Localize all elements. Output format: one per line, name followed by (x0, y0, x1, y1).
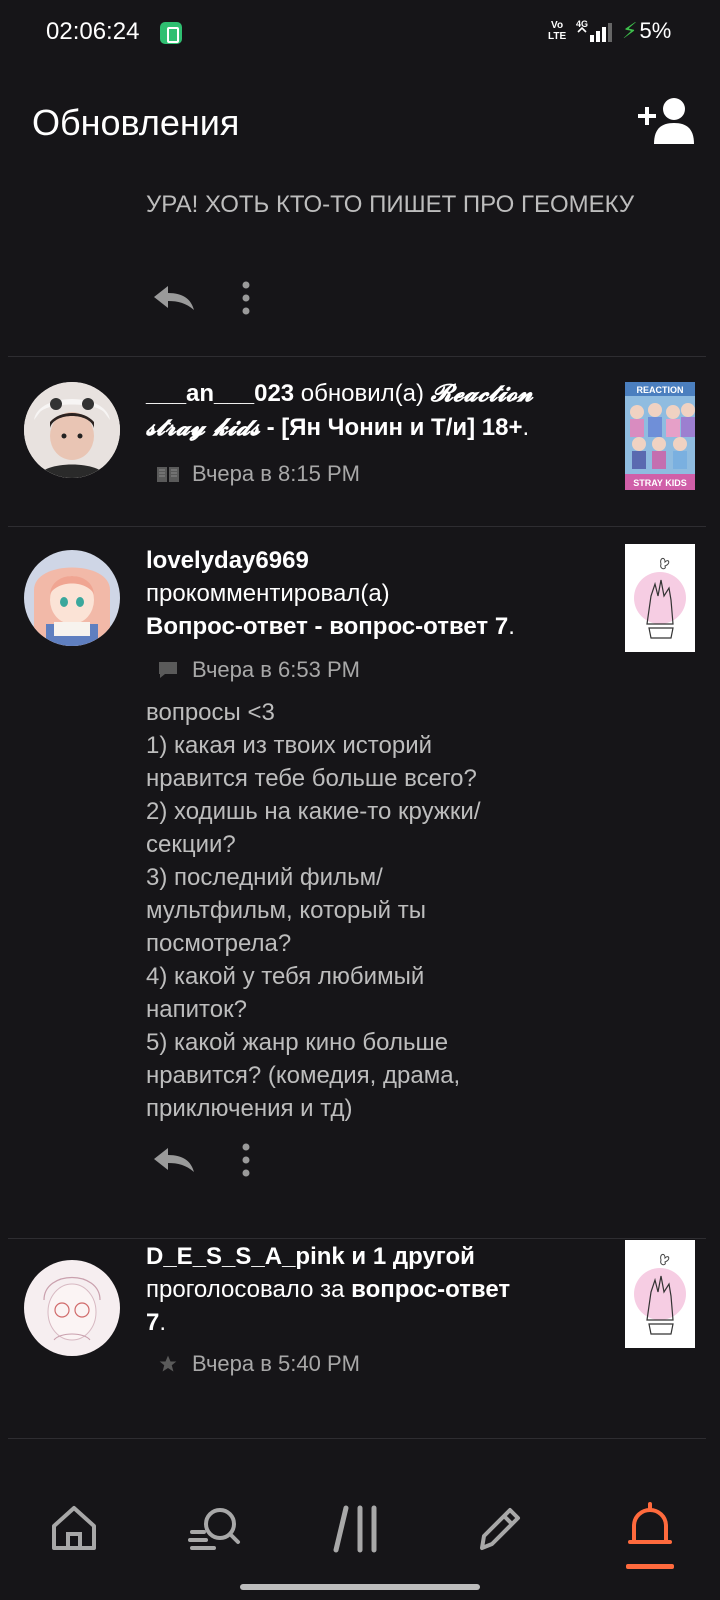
notification-text: ___an___023 обновил(а) 𝓡𝓮𝓪𝓬𝓽𝓲𝓸𝓷 𝓼𝓽𝓻𝓪𝔂 𝓴𝓲… (146, 378, 534, 441)
more-vertical-icon (242, 281, 250, 315)
signal-icon: 4G (576, 19, 612, 42)
avatar[interactable] (24, 382, 120, 478)
timestamp: Вчера в 6:53 PM (192, 657, 360, 683)
divider (8, 1438, 706, 1439)
username-link[interactable]: ___an___023 (146, 380, 294, 407)
volte-indicator: Vo LTE (548, 20, 567, 42)
home-icon (52, 1506, 96, 1550)
avatar[interactable] (24, 550, 120, 646)
comment-actions (150, 1142, 270, 1178)
status-bar: 02:06:24 Vo LTE 4G ⚡5% (0, 0, 720, 66)
nav-search-button[interactable] (186, 1498, 246, 1558)
status-time: 02:06:24 (46, 18, 140, 45)
notification-text: lovelyday6969 прокомментировал(а) Вопрос… (146, 547, 515, 640)
app-header: Обновления (0, 90, 720, 154)
timestamp: Вчера в 8:15 PM (192, 461, 360, 487)
story-cover-thumbnail[interactable] (625, 1240, 695, 1348)
username-link[interactable]: lovelyday6969 (146, 547, 309, 574)
notifications-icon (628, 1502, 672, 1544)
nav-write-button[interactable] (470, 1498, 530, 1558)
nav-notifications-button[interactable] (620, 1498, 680, 1558)
notification-meta: Вчера в 8:15 PM (156, 460, 360, 490)
nav-library-button[interactable] (328, 1498, 388, 1558)
comment-body: вопросы <3 1) какая из твоих историй нра… (146, 699, 481, 1122)
more-options-button[interactable] (236, 1142, 256, 1178)
comment-icon (159, 662, 177, 679)
notification-meta: Вчера в 5:40 PM (156, 1350, 360, 1380)
star-icon (159, 1355, 177, 1372)
more-vertical-icon (242, 1143, 250, 1177)
add-person-icon (638, 98, 694, 144)
svg-text:REACTION: REACTION (637, 385, 684, 395)
add-friend-button[interactable] (636, 96, 698, 146)
divider (8, 356, 706, 357)
avatar[interactable] (24, 1260, 120, 1356)
charging-icon: ⚡ (622, 18, 638, 43)
home-gesture-bar[interactable] (240, 1584, 480, 1590)
svg-text:STRAY KIDS: STRAY KIDS (633, 478, 687, 488)
notification-meta: Вчера в 6:53 PM (156, 656, 360, 686)
app-notification-icon (160, 22, 182, 44)
active-tab-indicator (626, 1564, 674, 1569)
divider (8, 1238, 706, 1239)
write-icon (480, 1508, 520, 1550)
more-options-button[interactable] (236, 280, 256, 316)
library-icon (333, 1505, 377, 1553)
comment-text: УРА! ХОТЬ КТО-ТО ПИШЕТ ПРО ГЕОМЕКУ (146, 191, 635, 218)
username-link[interactable]: D_E_S_S_A_pink (146, 1243, 345, 1270)
battery-indicator: ⚡5% (622, 18, 672, 43)
book-icon (157, 467, 179, 483)
notification-text: D_E_S_S_A_pink и 1 другой проголосовало … (146, 1243, 511, 1336)
story-cover-thumbnail[interactable]: REACTION STRAY KIDS (625, 382, 695, 490)
story-title-link[interactable]: Вопрос-ответ - вопрос-ответ 7 (146, 613, 508, 640)
story-title-link[interactable]: вопрос-ответ (351, 1276, 510, 1303)
reply-icon (154, 286, 194, 310)
search-icon (188, 1508, 240, 1550)
timestamp: Вчера в 5:40 PM (192, 1351, 360, 1377)
divider (8, 526, 706, 527)
reply-icon (154, 1148, 194, 1172)
comment-actions (150, 280, 270, 316)
reply-button[interactable] (150, 1142, 198, 1178)
reply-button[interactable] (150, 280, 198, 316)
page-title: Обновления (32, 102, 240, 143)
nav-home-button[interactable] (44, 1498, 104, 1558)
bottom-navigation (0, 1480, 720, 1600)
story-cover-thumbnail[interactable] (625, 544, 695, 652)
